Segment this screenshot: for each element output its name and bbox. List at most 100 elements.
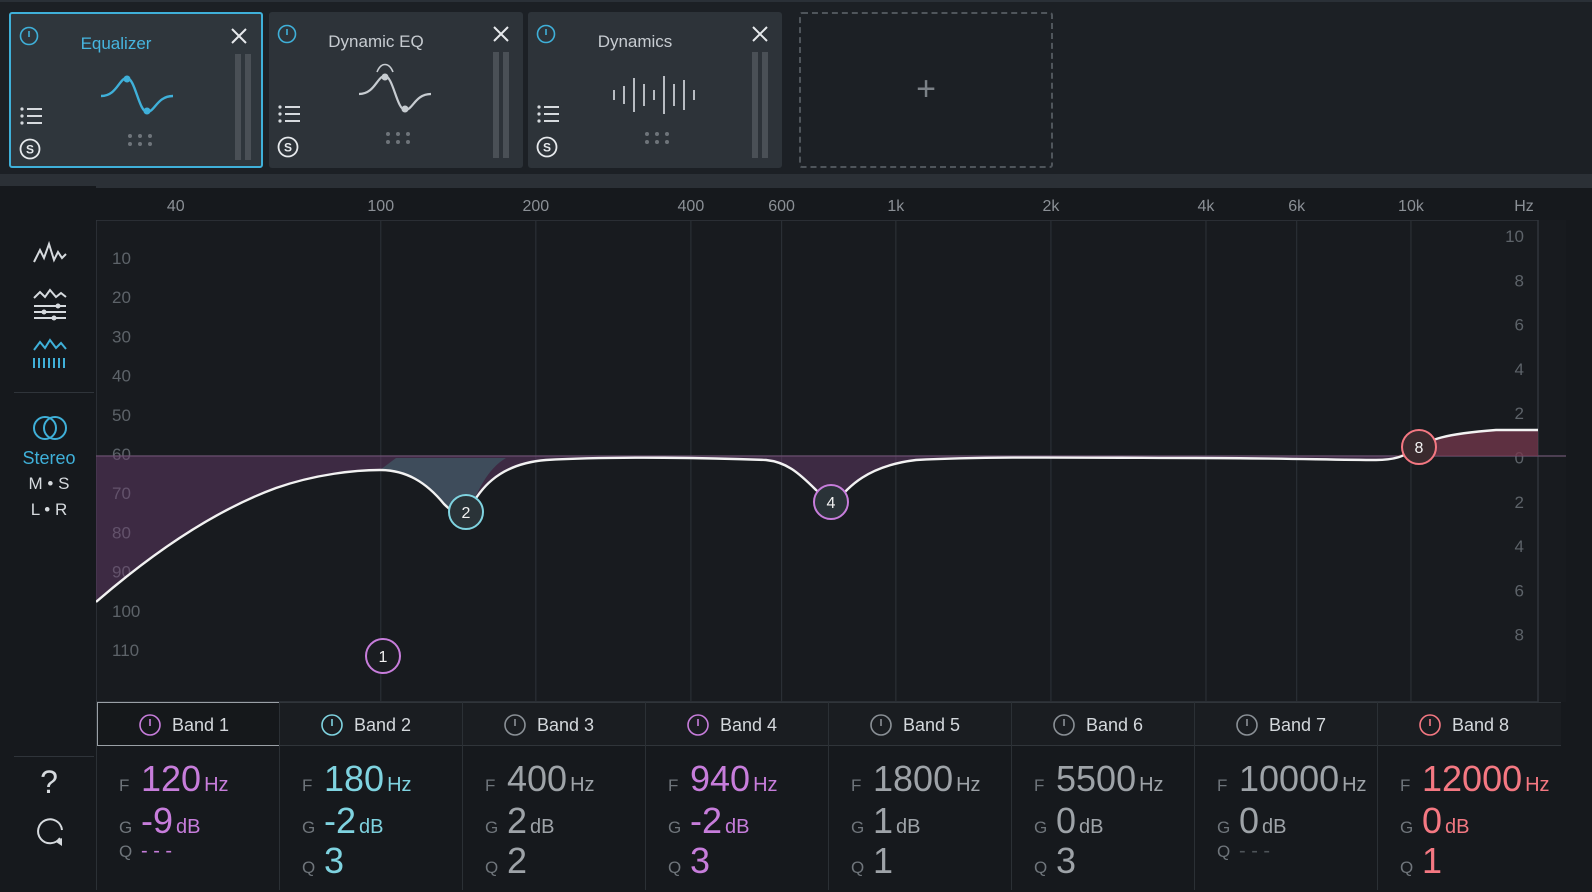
spectrum-view-icon[interactable] <box>30 234 70 274</box>
band-header[interactable]: Band 7 <box>1195 702 1378 746</box>
band-q-field[interactable]: Q3 <box>668 840 710 882</box>
q-value[interactable]: 3 <box>690 840 710 881</box>
frequency-value[interactable]: 10000 <box>1239 758 1339 799</box>
drag-handle-icon[interactable] <box>125 132 155 148</box>
band-gain-field[interactable]: G 2 dB <box>485 800 555 842</box>
q-value[interactable]: - - - <box>141 840 172 862</box>
band-power-icon[interactable] <box>1052 713 1076 737</box>
band-column-4[interactable]: Band 4 F 940 Hz G -2 dB Q 3 <box>645 702 829 890</box>
band-power-icon[interactable] <box>138 713 162 737</box>
close-icon[interactable] <box>229 26 249 46</box>
add-module-slot[interactable]: + <box>799 12 1053 168</box>
band-power-icon[interactable] <box>503 713 527 737</box>
module-dynamic-eq[interactable]: Dynamic EQ S <box>269 12 523 168</box>
q-value[interactable]: 2 <box>507 840 527 881</box>
gain-value[interactable]: -9 <box>141 800 173 841</box>
frequency-value[interactable]: 940 <box>690 758 750 799</box>
band-frequency-field[interactable]: F 400 Hz <box>485 758 595 800</box>
band-q-field[interactable]: Q3 <box>1034 840 1076 882</box>
close-icon[interactable] <box>491 24 511 44</box>
band-column-8[interactable]: Band 8 F 12000 Hz G 0 dB Q 1 <box>1377 702 1561 890</box>
gain-value[interactable]: -2 <box>324 800 356 841</box>
band-gain-field[interactable]: G -9 dB <box>119 800 200 842</box>
frequency-value[interactable]: 180 <box>324 758 384 799</box>
stereo-link-icon[interactable] <box>30 408 70 448</box>
frequency-value[interactable]: 5500 <box>1056 758 1136 799</box>
band-gain-field[interactable]: G -2 dB <box>302 800 383 842</box>
band-column-7[interactable]: Band 7 F 10000 Hz G 0 dB Q - - - <box>1194 702 1378 890</box>
band-frequency-field[interactable]: F 940 Hz <box>668 758 778 800</box>
close-icon[interactable] <box>750 24 770 44</box>
band-column-3[interactable]: Band 3 F 400 Hz G 2 dB Q 2 <box>462 702 646 890</box>
gain-value[interactable]: -2 <box>690 800 722 841</box>
list-icon[interactable] <box>19 106 43 126</box>
band-frequency-field[interactable]: F 120 Hz <box>119 758 229 800</box>
band-node-8[interactable]: 8 <box>1401 429 1437 465</box>
band-power-icon[interactable] <box>320 713 344 737</box>
band-q-field[interactable]: Q- - - <box>119 840 172 863</box>
band-power-icon[interactable] <box>1235 713 1259 737</box>
frequency-value[interactable]: 400 <box>507 758 567 799</box>
gain-value[interactable]: 0 <box>1239 800 1259 841</box>
q-value[interactable]: 1 <box>1422 840 1442 881</box>
band-frequency-field[interactable]: F 5500 Hz <box>1034 758 1164 800</box>
band-header[interactable]: Band 2 <box>280 702 463 746</box>
band-q-field[interactable]: Q3 <box>302 840 344 882</box>
band-column-6[interactable]: Band 6 F 5500 Hz G 0 dB Q 3 <box>1011 702 1195 890</box>
band-gain-field[interactable]: G 1 dB <box>851 800 921 842</box>
module-equalizer[interactable]: Equalizer S <box>9 12 263 168</box>
band-frequency-field[interactable]: F 12000 Hz <box>1400 758 1550 800</box>
band-q-field[interactable]: Q2 <box>485 840 527 882</box>
band-gain-field[interactable]: G 0 dB <box>1034 800 1104 842</box>
band-frequency-field[interactable]: F 180 Hz <box>302 758 412 800</box>
spectrum-bars-icon[interactable] <box>30 334 70 374</box>
band-power-icon[interactable] <box>1418 713 1442 737</box>
q-value[interactable]: 3 <box>1056 840 1076 881</box>
band-header[interactable]: Band 6 <box>1012 702 1195 746</box>
band-column-5[interactable]: Band 5 F 1800 Hz G 1 dB Q 1 <box>828 702 1012 890</box>
stereo-mode-button[interactable]: Stereo <box>0 448 98 469</box>
solo-icon[interactable]: S <box>277 136 299 158</box>
list-icon[interactable] <box>277 104 301 124</box>
list-icon[interactable] <box>536 104 560 124</box>
module-dynamics[interactable]: Dynamics S <box>528 12 782 168</box>
band-column-2[interactable]: Band 2 F 180 Hz G -2 dB Q 3 <box>279 702 463 890</box>
drag-handle-icon[interactable] <box>642 130 672 146</box>
drag-handle-icon[interactable] <box>383 130 413 146</box>
gain-value[interactable]: 0 <box>1422 800 1442 841</box>
band-power-icon[interactable] <box>869 713 893 737</box>
band-gain-field[interactable]: G -2 dB <box>668 800 749 842</box>
frequency-value[interactable]: 12000 <box>1422 758 1522 799</box>
solo-icon[interactable]: S <box>536 136 558 158</box>
band-frequency-field[interactable]: F 1800 Hz <box>851 758 981 800</box>
band-power-icon[interactable] <box>686 713 710 737</box>
frequency-value[interactable]: 120 <box>141 758 201 799</box>
gain-value[interactable]: 0 <box>1056 800 1076 841</box>
gain-value[interactable]: 2 <box>507 800 527 841</box>
eq-graph[interactable]: 102030405060708090100110108642024681248 <box>96 220 1566 702</box>
band-gain-field[interactable]: G 0 dB <box>1217 800 1287 842</box>
band-frequency-field[interactable]: F 10000 Hz <box>1217 758 1367 800</box>
help-button[interactable]: ? <box>0 764 98 801</box>
band-header[interactable]: Band 1 <box>97 702 280 746</box>
left-right-mode-button[interactable]: L • R <box>0 500 98 520</box>
band-header[interactable]: Band 4 <box>646 702 829 746</box>
reset-icon[interactable] <box>30 812 70 852</box>
band-header[interactable]: Band 5 <box>829 702 1012 746</box>
band-column-1[interactable]: Band 1 F 120 Hz G -9 dB Q - - - <box>96 702 280 890</box>
band-node-2[interactable]: 2 <box>448 494 484 530</box>
band-gain-field[interactable]: G 0 dB <box>1400 800 1470 842</box>
band-header[interactable]: Band 3 <box>463 702 646 746</box>
band-q-field[interactable]: Q1 <box>851 840 893 882</box>
solo-icon[interactable]: S <box>19 138 41 160</box>
band-header[interactable]: Band 8 <box>1378 702 1561 746</box>
band-node-4[interactable]: 4 <box>813 484 849 520</box>
band-q-field[interactable]: Q- - - <box>1217 840 1270 863</box>
q-value[interactable]: 1 <box>873 840 893 881</box>
frequency-value[interactable]: 1800 <box>873 758 953 799</box>
q-value[interactable]: 3 <box>324 840 344 881</box>
mid-side-mode-button[interactable]: M • S <box>0 474 98 494</box>
q-value[interactable]: - - - <box>1239 840 1270 862</box>
band-node-1[interactable]: 1 <box>365 638 401 674</box>
gain-value[interactable]: 1 <box>873 800 893 841</box>
